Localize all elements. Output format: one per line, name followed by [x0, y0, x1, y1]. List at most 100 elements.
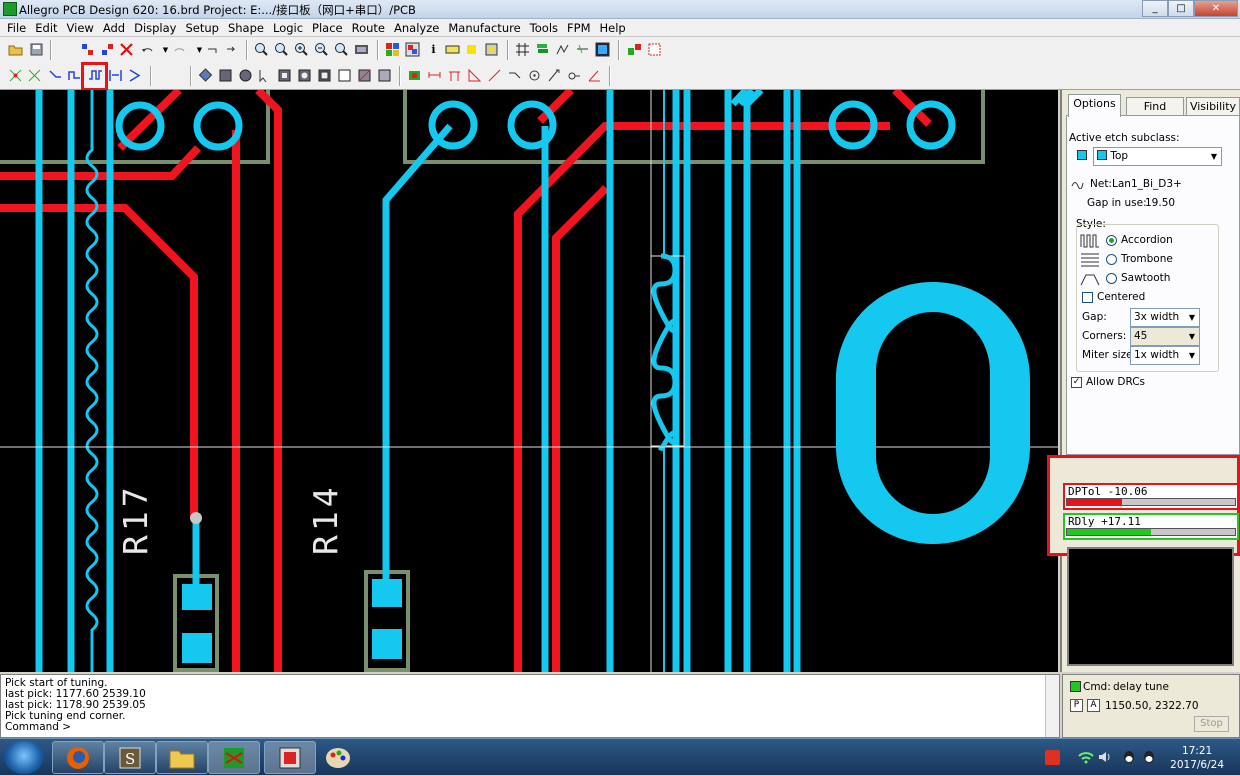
add-connect-icon[interactable] — [78, 40, 97, 59]
menu-file[interactable]: File — [4, 21, 32, 35]
add-connect-route-icon[interactable] — [46, 66, 65, 85]
start-button[interactable] — [4, 741, 44, 774]
board-icon[interactable] — [593, 40, 612, 59]
void-circle-icon[interactable] — [295, 66, 314, 85]
taskbar-firefox-icon[interactable] — [52, 741, 104, 774]
taskbar-pcb-editor-icon[interactable] — [264, 741, 316, 774]
tray-volume-icon[interactable] — [1098, 750, 1114, 767]
zoom-previous-icon[interactable] — [332, 40, 351, 59]
ratsnest-icon[interactable] — [25, 66, 44, 85]
tray-sogou-icon[interactable] — [1045, 750, 1060, 765]
menu-view[interactable]: View — [64, 21, 100, 35]
radio-sawtooth[interactable] — [1106, 273, 1117, 284]
minimize-button[interactable]: _ — [1142, 0, 1168, 17]
stop-button[interactable]: Stop — [1194, 716, 1229, 732]
delete-islands-icon[interactable] — [375, 66, 394, 85]
shadow-mode-icon[interactable] — [403, 40, 422, 59]
select-shape-icon[interactable] — [255, 66, 274, 85]
menu-setup[interactable]: Setup — [182, 21, 224, 35]
menu-fpm[interactable]: FPM — [564, 21, 596, 35]
tray-network-icon[interactable] — [1078, 750, 1094, 767]
chamfer-icon[interactable] — [505, 66, 524, 85]
copper-shape-icon[interactable] — [196, 66, 215, 85]
taskbar-sourceinsight-icon[interactable]: S — [104, 741, 156, 774]
centered-checkbox[interactable] — [1082, 292, 1093, 303]
shape-void-icon[interactable] — [275, 66, 294, 85]
taskbar-allegro-icon[interactable] — [208, 741, 260, 774]
angular-dim-icon[interactable] — [585, 66, 604, 85]
tray-qq-icon-2[interactable] — [1142, 749, 1156, 768]
menu-shape[interactable]: Shape — [225, 21, 270, 35]
clock[interactable]: 17:21 2017/6/24 — [1170, 744, 1224, 772]
slide-icon[interactable] — [98, 40, 117, 59]
menu-manufacture[interactable]: Manufacture — [445, 21, 526, 35]
zoom-points-icon[interactable] — [252, 40, 271, 59]
menu-tools[interactable]: Tools — [527, 21, 564, 35]
rats-icon[interactable] — [573, 40, 592, 59]
layer-stack-icon[interactable] — [533, 40, 552, 59]
radio-trombone[interactable] — [1106, 254, 1117, 265]
measure-icon[interactable] — [443, 40, 462, 59]
fill-shape-icon[interactable] — [216, 66, 235, 85]
menu-display[interactable]: Display — [131, 21, 182, 35]
allow-drcs-checkbox[interactable]: ✓ — [1071, 377, 1082, 388]
place-manual-icon[interactable] — [405, 66, 424, 85]
tab-visibility[interactable]: Visibility — [1186, 97, 1240, 116]
taskbar-explorer-icon[interactable] — [156, 741, 208, 774]
world-view-window[interactable] — [1067, 547, 1234, 666]
tray-qq-icon-1[interactable] — [1122, 749, 1136, 768]
custom-smooth-icon[interactable] — [106, 66, 125, 85]
circle-shape-icon[interactable] — [236, 66, 255, 85]
zoom-in-icon[interactable] — [292, 40, 311, 59]
cancel-cmd-icon[interactable] — [222, 40, 241, 59]
tab-options[interactable]: Options — [1068, 94, 1121, 117]
highlight-icon[interactable] — [462, 40, 481, 59]
dehighlight-icon[interactable] — [482, 40, 501, 59]
p-button[interactable]: P — [1070, 699, 1083, 712]
merge-shapes-icon[interactable] — [355, 66, 374, 85]
menu-add[interactable]: Add — [100, 21, 131, 35]
grid-toggle-icon[interactable] — [513, 40, 532, 59]
a-button[interactable]: A — [1087, 699, 1100, 712]
open-icon[interactable] — [6, 40, 25, 59]
dim-angle-icon[interactable] — [465, 66, 484, 85]
corners-dropdown[interactable]: 45 ▼ — [1130, 327, 1200, 346]
show-element-icon[interactable]: i — [424, 40, 443, 59]
command-console[interactable]: Pick start of tuning. last pick: 1177.60… — [0, 674, 1060, 738]
menu-logic[interactable]: Logic — [270, 21, 309, 35]
edit-boundary-icon[interactable] — [335, 66, 354, 85]
datum-icon[interactable] — [565, 66, 584, 85]
skill-icon[interactable] — [625, 40, 644, 59]
zoom-out-icon[interactable] — [312, 40, 331, 59]
fillet-icon[interactable] — [525, 66, 544, 85]
unrats-icon[interactable] — [6, 66, 25, 85]
maximize-button[interactable]: □ — [1168, 0, 1194, 17]
miter-dropdown[interactable]: 1x width ▼ — [1130, 346, 1200, 365]
menu-edit[interactable]: Edit — [32, 21, 63, 35]
menu-place[interactable]: Place — [309, 21, 349, 35]
command-prompt[interactable]: Command > — [5, 722, 1055, 733]
close-button[interactable]: ✕ — [1194, 0, 1238, 17]
subclass-dropdown[interactable]: Top ▼ — [1093, 147, 1222, 166]
dim-diagonal-icon[interactable] — [485, 66, 504, 85]
radio-accordion[interactable] — [1106, 235, 1117, 246]
color-dialog-icon[interactable] — [383, 40, 402, 59]
done-icon[interactable] — [203, 40, 222, 59]
leader-icon[interactable] — [545, 66, 564, 85]
drc-icon[interactable] — [645, 40, 664, 59]
tab-find[interactable]: Find — [1126, 97, 1184, 116]
save-icon[interactable] — [27, 40, 46, 59]
dim-vertical-icon[interactable] — [445, 66, 464, 85]
undo-icon[interactable] — [138, 40, 157, 59]
taskbar-paint-icon[interactable] — [324, 743, 352, 774]
menu-help[interactable]: Help — [597, 21, 632, 35]
zoom-fit-icon[interactable] — [272, 40, 291, 59]
menu-analyze[interactable]: Analyze — [391, 21, 445, 35]
redo-icon[interactable] — [170, 40, 189, 59]
menu-route[interactable]: Route — [349, 21, 391, 35]
pcb-canvas[interactable]: R17 R14 — [0, 90, 1058, 672]
delete-icon[interactable] — [117, 40, 136, 59]
constraint-icon[interactable] — [553, 40, 572, 59]
vertex-icon[interactable] — [125, 66, 144, 85]
dimension-icon[interactable] — [425, 66, 444, 85]
